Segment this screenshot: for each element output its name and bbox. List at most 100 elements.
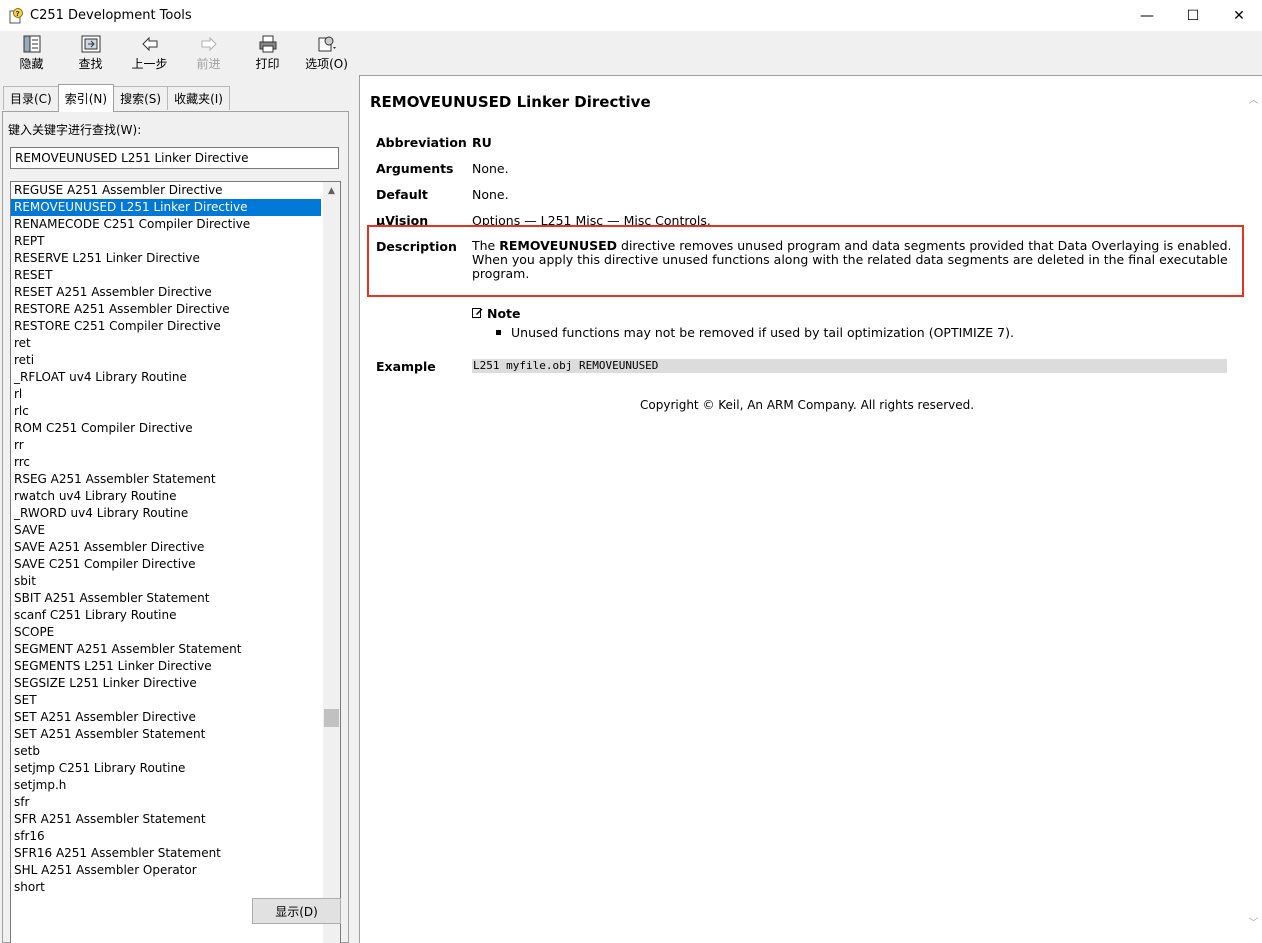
maximize-button[interactable]: ☐ (1170, 0, 1216, 31)
back-label: 上一步 (131, 57, 168, 71)
default-row: Default None. (376, 187, 509, 202)
forward-label: 前进 (196, 57, 221, 71)
print-button[interactable]: 打印 (238, 31, 297, 75)
keyword-list-item[interactable]: SHL A251 Assembler Operator (11, 862, 321, 879)
forward-arrow-icon (198, 35, 220, 53)
keyword-list-scrollbar[interactable]: ▲ ▼ (323, 182, 340, 943)
scroll-up-icon[interactable]: ▲ (323, 182, 340, 199)
display-button[interactable]: 显示(D) (252, 898, 341, 924)
keyword-list-item[interactable]: SCOPE (11, 624, 321, 641)
keyword-list-item[interactable]: setb (11, 743, 321, 760)
keyword-list-item[interactable]: SEGMENTS L251 Linker Directive (11, 658, 321, 675)
keyword-list-item[interactable]: rrc (11, 454, 321, 471)
example-row: Example (376, 359, 472, 374)
keyword-list-item[interactable]: sbit (11, 573, 321, 590)
minimize-icon: — (1140, 7, 1154, 24)
hide-button[interactable]: 隐藏 (2, 31, 61, 75)
default-key: Default (376, 187, 428, 202)
keyword-list-item[interactable]: SEGMENT A251 Assembler Statement (11, 641, 321, 658)
window-title: C251 Development Tools (30, 8, 192, 23)
options-button[interactable]: 选项(O) (297, 31, 356, 75)
printer-icon (257, 35, 279, 53)
abbreviation-value: RU (472, 135, 492, 150)
hide-icon (21, 35, 43, 53)
keyword-list-item[interactable]: rlc (11, 403, 321, 420)
back-button[interactable]: 上一步 (120, 31, 179, 75)
uvision-value: Options — L251 Misc — Misc Controls. (472, 213, 711, 225)
keyword-list-item[interactable]: setjmp.h (11, 777, 321, 794)
tab-search[interactable]: 搜索(S) (113, 86, 169, 110)
keyword-list-item[interactable]: SBIT A251 Assembler Statement (11, 590, 321, 607)
keyword-list-item[interactable]: _RWORD uv4 Library Routine (11, 505, 321, 522)
minimize-button[interactable]: — (1124, 0, 1170, 31)
note-block: Note Unused functions may not be removed… (472, 306, 1014, 340)
tab-favorites[interactable]: 收藏夹(I) (167, 86, 230, 110)
uvision-row: µVision Options — L251 Misc — Misc Contr… (376, 213, 711, 225)
keyword-list-item[interactable]: RESTORE C251 Compiler Directive (11, 318, 321, 335)
maximize-icon: ☐ (1186, 7, 1200, 24)
topic-content: REMOVEUNUSED Linker Directive Abbreviati… (359, 75, 1262, 943)
keyword-list-item[interactable]: SFR A251 Assembler Statement (11, 811, 321, 828)
locate-button[interactable]: 查找 (61, 31, 120, 75)
keyword-list-item[interactable]: rwatch uv4 Library Routine (11, 488, 321, 505)
help-app-icon: ? (8, 7, 24, 24)
keyword-label: 键入关键字进行查找(W): (8, 123, 142, 137)
arguments-row: Arguments None. (376, 161, 509, 176)
keyword-list-item[interactable]: rl (11, 386, 321, 403)
keyword-list-item[interactable]: ROM C251 Compiler Directive (11, 420, 321, 437)
tab-index[interactable]: 索引(N) (57, 84, 115, 112)
keyword-list-item[interactable]: reti (11, 352, 321, 369)
hide-label: 隐藏 (19, 57, 44, 71)
print-label: 打印 (255, 57, 280, 71)
keyword-list-item[interactable]: rr (11, 437, 321, 454)
keyword-list-item[interactable]: RESET A251 Assembler Directive (11, 284, 321, 301)
keyword-list-item[interactable]: sfr (11, 794, 321, 811)
keyword-list-item[interactable]: SET A251 Assembler Statement (11, 726, 321, 743)
keyword-list-item[interactable]: sfr16 (11, 828, 321, 845)
keyword-list[interactable]: REGUSE A251 Assembler Directive REMOVEUNU… (10, 181, 341, 943)
keyword-list-item[interactable]: SAVE (11, 522, 321, 539)
abbreviation-key: Abbreviation (376, 135, 467, 150)
uvision-key: µVision (376, 213, 429, 225)
keyword-list-item[interactable]: SAVE A251 Assembler Directive (11, 539, 321, 556)
bullet-icon (496, 330, 501, 335)
close-icon: ✕ (1233, 7, 1245, 24)
keyword-list-item[interactable]: RSEG A251 Assembler Statement (11, 471, 321, 488)
content-scrollbar[interactable]: ︿ ﹀ (1245, 76, 1262, 943)
keyword-list-item[interactable]: scanf C251 Library Routine (11, 607, 321, 624)
back-arrow-icon (139, 35, 161, 53)
keyword-list-item[interactable]: REMOVEUNUSED L251 Linker Directive (11, 199, 321, 216)
options-icon (316, 35, 338, 53)
forward-button[interactable]: 前进 (179, 31, 238, 75)
keyword-list-item[interactable]: _RFLOAT uv4 Library Routine (11, 369, 321, 386)
close-button[interactable]: ✕ (1216, 0, 1262, 31)
keyword-list-item[interactable]: REGUSE A251 Assembler Directive (11, 182, 321, 199)
arguments-value: None. (472, 161, 509, 176)
content-scroll-down-icon[interactable]: ﹀ (1245, 913, 1262, 930)
tab-contents[interactable]: 目录(C) (3, 86, 59, 110)
topic-heading: REMOVEUNUSED Linker Directive (370, 93, 651, 111)
keyword-list-item[interactable]: short (11, 879, 321, 896)
options-label: 选项(O) (305, 57, 348, 71)
navigation-pane: 目录(C) 索引(N) 搜索(S) 收藏夹(I) 键入关键字进行查找(W): R… (0, 75, 353, 943)
keyword-input[interactable] (10, 147, 339, 169)
note-title: Note (487, 306, 521, 321)
keyword-list-item[interactable]: RENAMECODE C251 Compiler Directive (11, 216, 321, 233)
scroll-thumb[interactable] (324, 709, 339, 727)
keyword-list-item[interactable]: SAVE C251 Compiler Directive (11, 556, 321, 573)
highlight-box (367, 225, 1244, 297)
keyword-list-item[interactable]: RESET (11, 267, 321, 284)
keyword-list-item[interactable]: ret (11, 335, 321, 352)
keyword-list-item[interactable]: REPT (11, 233, 321, 250)
content-scroll-up-icon[interactable]: ︿ (1245, 90, 1262, 107)
keyword-list-item[interactable]: SET A251 Assembler Directive (11, 709, 321, 726)
keyword-list-item[interactable]: setjmp C251 Library Routine (11, 760, 321, 777)
keyword-list-item[interactable]: SET (11, 692, 321, 709)
keyword-list-item[interactable]: RESERVE L251 Linker Directive (11, 250, 321, 267)
default-value: None. (472, 187, 509, 202)
keyword-list-item[interactable]: SEGSIZE L251 Linker Directive (11, 675, 321, 692)
keyword-list-item[interactable]: SFR16 A251 Assembler Statement (11, 845, 321, 862)
note-item-text: Unused functions may not be removed if u… (511, 325, 1014, 340)
keyword-list-item[interactable]: RESTORE A251 Assembler Directive (11, 301, 321, 318)
example-key: Example (376, 359, 436, 374)
